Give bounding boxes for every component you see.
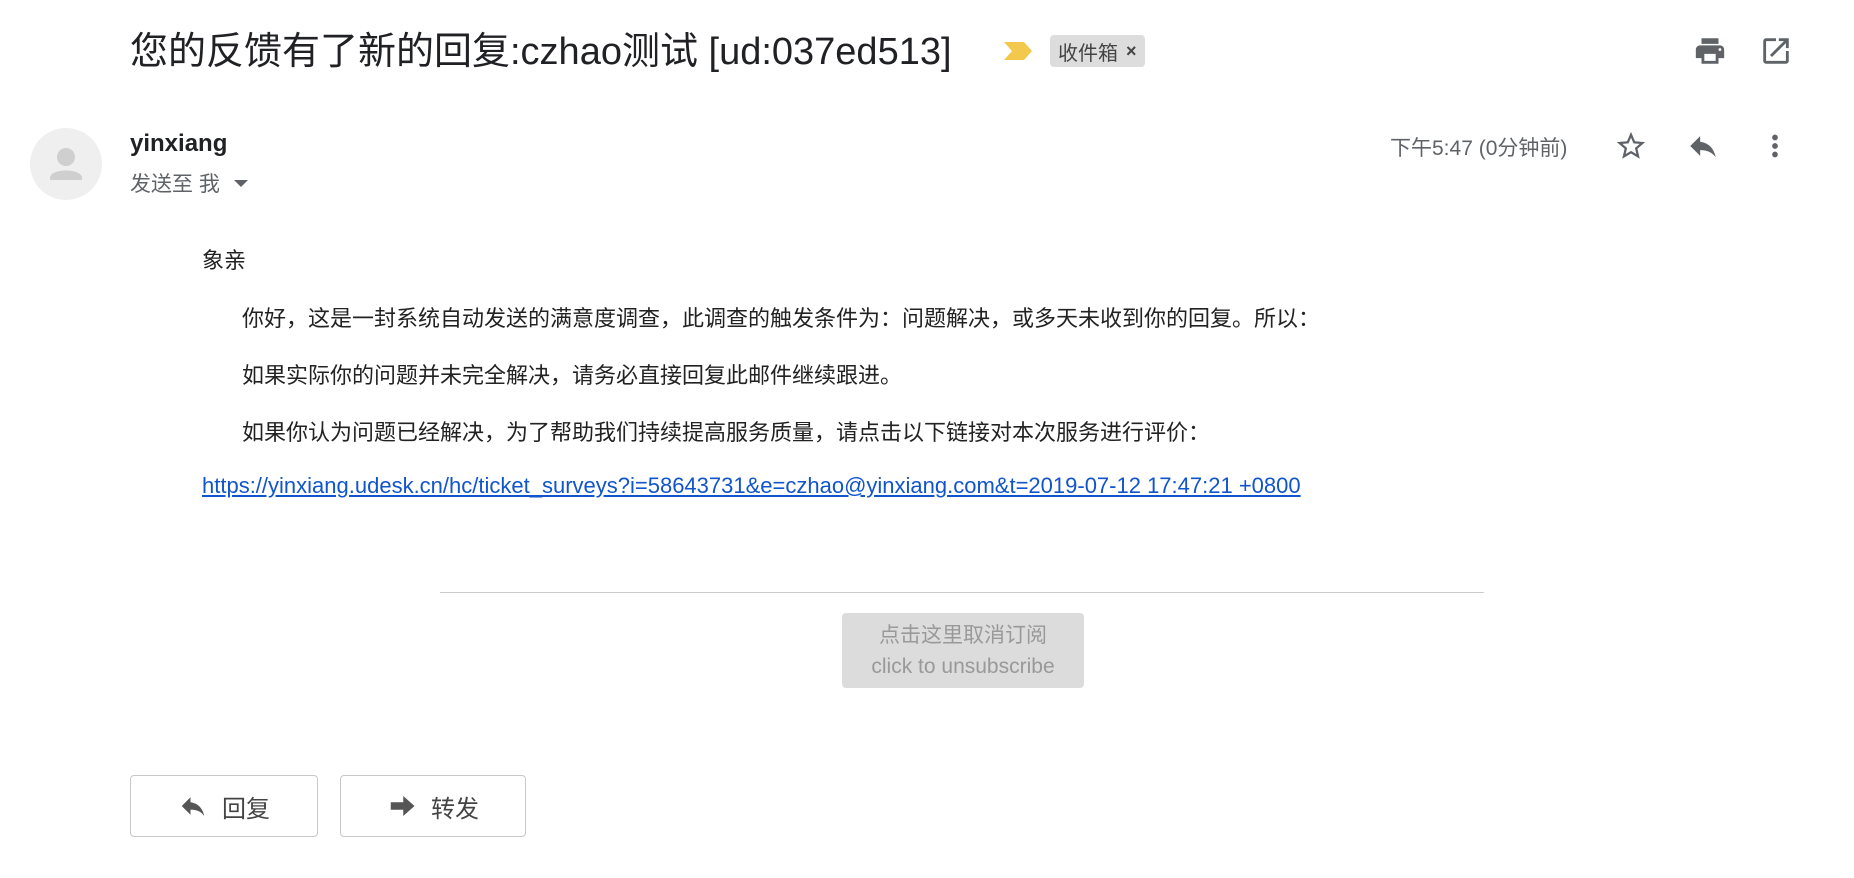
forward-button-label: 转发 [431,795,479,823]
label-chip-inbox: 收件箱 × [1050,35,1145,67]
message-paragraph: 如果你认为问题已经解决，为了帮助我们持续提高服务质量，请点击以下链接对本次服务进… [242,420,1211,445]
unsubscribe-label-cn: 点击这里取消订阅 [879,623,1047,647]
message-greeting: 象亲 [202,248,247,273]
open-in-new-window-icon[interactable] [1759,34,1793,68]
reply-icon[interactable] [1686,129,1720,163]
importance-marker-icon[interactable] [1002,40,1034,62]
email-subject: 您的反馈有了新的回复:czhao测试 [ud:037ed513] [130,31,952,73]
sender-name[interactable]: yinxiang [130,130,227,158]
unsubscribe-button[interactable]: 点击这里取消订阅 click to unsubscribe [842,613,1084,688]
forward-icon [390,796,415,816]
forward-button[interactable]: 转发 [340,775,526,837]
message-paragraph: 如果实际你的问题并未完全解决，请务必直接回复此邮件继续跟进。 [242,363,903,388]
sender-avatar[interactable] [30,128,102,200]
print-icon[interactable] [1693,34,1727,68]
divider [440,592,1484,593]
recipient-details-toggle[interactable]: 发送至 我 [130,168,248,198]
star-icon[interactable] [1614,129,1648,163]
unsubscribe-label-en: click to unsubscribe [871,654,1055,678]
message-paragraph: 你好，这是一封系统自动发送的满意度调查，此调查的触发条件为：问题解决，或多天未收… [242,306,1321,331]
survey-link[interactable]: https://yinxiang.udesk.cn/hc/ticket_surv… [202,473,1301,499]
label-chip-text: 收件箱 [1058,42,1118,65]
reply-icon [181,797,205,816]
chevron-down-icon[interactable] [233,179,248,187]
default-avatar-icon [50,148,82,180]
message-timestamp: 下午5:47 (0分钟前) [1390,137,1568,160]
more-vertical-icon[interactable] [1758,129,1792,163]
reply-button-label: 回复 [222,795,270,823]
reply-button[interactable]: 回复 [130,775,318,837]
label-remove-button[interactable]: × [1126,41,1137,62]
recipient-text: 发送至 我 [130,173,220,196]
